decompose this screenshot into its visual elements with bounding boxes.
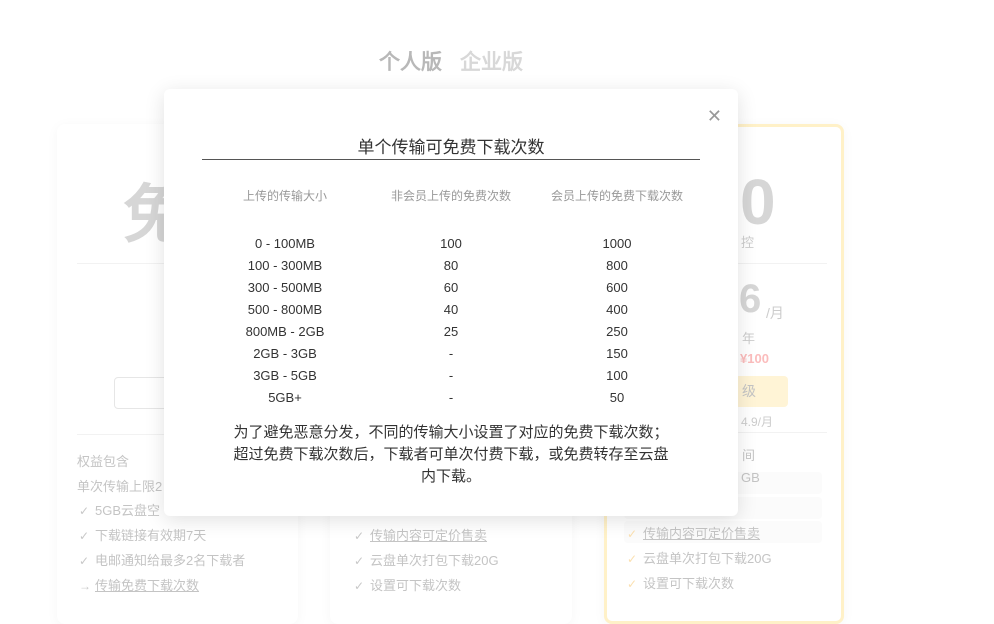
modal-footer-note: 为了避免恶意分发，不同的传输大小设置了对应的免费下载次数； 超过免费下载次数后，… bbox=[214, 422, 688, 488]
plan-tabs: 个人版 企业版 bbox=[379, 46, 541, 76]
column-header: 上传的传输大小 bbox=[242, 189, 327, 203]
check-icon: ✓ bbox=[627, 527, 638, 541]
member-column: 会员上传的免费下载次数 1000 800 600 400 250 150 100… bbox=[534, 187, 700, 409]
table-cell: - bbox=[448, 390, 454, 405]
non-member-column: 非会员上传的免费次数 100 80 60 40 25 - - - bbox=[368, 187, 534, 409]
table-cell: 600 bbox=[606, 280, 628, 295]
table-cell: 3GB - 5GB bbox=[253, 368, 317, 383]
title-underline bbox=[202, 159, 700, 160]
monthly-price: 4.9/月 bbox=[741, 415, 774, 429]
check-icon: ✓ bbox=[627, 577, 638, 591]
check-icon: ✓ bbox=[627, 552, 638, 566]
billing-period: 年 bbox=[742, 331, 756, 346]
free-downloads-modal: ✕ 单个传输可免费下载次数 上传的传输大小 0 - 100MB 100 - 30… bbox=[164, 89, 738, 516]
check-icon: ✓ bbox=[354, 554, 365, 568]
arrow-right-icon: → bbox=[79, 579, 91, 593]
table-cell: 100 bbox=[440, 236, 462, 251]
price-unit: /月 bbox=[766, 305, 784, 321]
note-line: 超过免费下载次数后，下载者可单次付费下载，或免费转存至云盘 bbox=[233, 446, 669, 463]
check-icon: ✓ bbox=[354, 579, 365, 593]
size-column: 上传的传输大小 0 - 100MB 100 - 300MB 300 - 500M… bbox=[202, 187, 368, 409]
table-cell: 80 bbox=[443, 258, 459, 273]
note-line: 内下载。 bbox=[420, 468, 481, 485]
table-cell: 2GB - 3GB bbox=[253, 346, 317, 361]
column-header: 会员上传的免费下载次数 bbox=[550, 189, 683, 203]
table-cell: 100 bbox=[606, 368, 628, 383]
note-line: 为了避免恶意分发，不同的传输大小设置了对应的免费下载次数； bbox=[233, 424, 669, 441]
check-icon: ✓ bbox=[79, 554, 90, 568]
plan-title: 0 bbox=[740, 166, 776, 238]
modal-title: 单个传输可免费下载次数 bbox=[357, 138, 545, 157]
benefit-item: 5GB云盘空 bbox=[95, 503, 161, 518]
benefit-item: GB bbox=[741, 470, 760, 485]
benefit-item[interactable]: 传输内容可定价售卖 bbox=[643, 526, 760, 541]
table-cell: 100 - 300MB bbox=[247, 258, 323, 273]
tab-personal[interactable]: 个人版 bbox=[379, 51, 442, 74]
table-cell: 40 bbox=[443, 302, 459, 317]
benefit-item: 云盘单次打包下载20G bbox=[643, 551, 772, 566]
table-cell: 500 - 800MB bbox=[247, 302, 323, 317]
table-cell: 300 - 500MB bbox=[247, 280, 323, 295]
upload-limit: 单次传输上限2 bbox=[77, 479, 163, 494]
table-cell: 0 - 100MB bbox=[255, 236, 315, 251]
benefit-item: 设置可下载次数 bbox=[643, 576, 735, 591]
benefit-item: 下载链接有效期7天 bbox=[95, 528, 207, 543]
table-cell: - bbox=[448, 368, 454, 383]
discount: ¥100 bbox=[740, 351, 769, 366]
benefit-item: 设置可下载次数 bbox=[370, 578, 462, 593]
table-cell: 150 bbox=[606, 346, 628, 361]
column-header: 非会员上传的免费次数 bbox=[390, 189, 511, 203]
price: 6 bbox=[739, 277, 762, 321]
table-cell: 400 bbox=[606, 302, 628, 317]
check-icon: ✓ bbox=[354, 529, 365, 543]
table-cell: 800MB - 2GB bbox=[245, 324, 325, 339]
benefits-heading: 权益包含 bbox=[77, 454, 130, 469]
free-downloads-link[interactable]: 传输免费下载次数 bbox=[95, 578, 199, 593]
close-icon[interactable]: ✕ bbox=[707, 107, 722, 125]
check-icon: ✓ bbox=[79, 504, 90, 518]
check-icon: ✓ bbox=[79, 529, 90, 543]
table-cell: - bbox=[448, 346, 454, 361]
plan-subtitle: 控 bbox=[741, 235, 755, 250]
benefit-item: 电邮通知给最多2名下载者 bbox=[95, 553, 246, 568]
table-cell: 25 bbox=[443, 324, 459, 339]
table-cell: 50 bbox=[609, 390, 625, 405]
table-cell: 5GB+ bbox=[268, 390, 302, 405]
tab-enterprise[interactable]: 企业版 bbox=[460, 51, 523, 74]
table-cell: 1000 bbox=[602, 236, 632, 251]
benefit-item: 云盘单次打包下载20G bbox=[370, 553, 499, 568]
table-cell: 250 bbox=[606, 324, 628, 339]
table-cell: 60 bbox=[443, 280, 459, 295]
benefit-item: 间 bbox=[742, 448, 756, 463]
table-cell: 800 bbox=[606, 258, 628, 273]
benefit-item[interactable]: 传输内容可定价售卖 bbox=[370, 528, 487, 543]
